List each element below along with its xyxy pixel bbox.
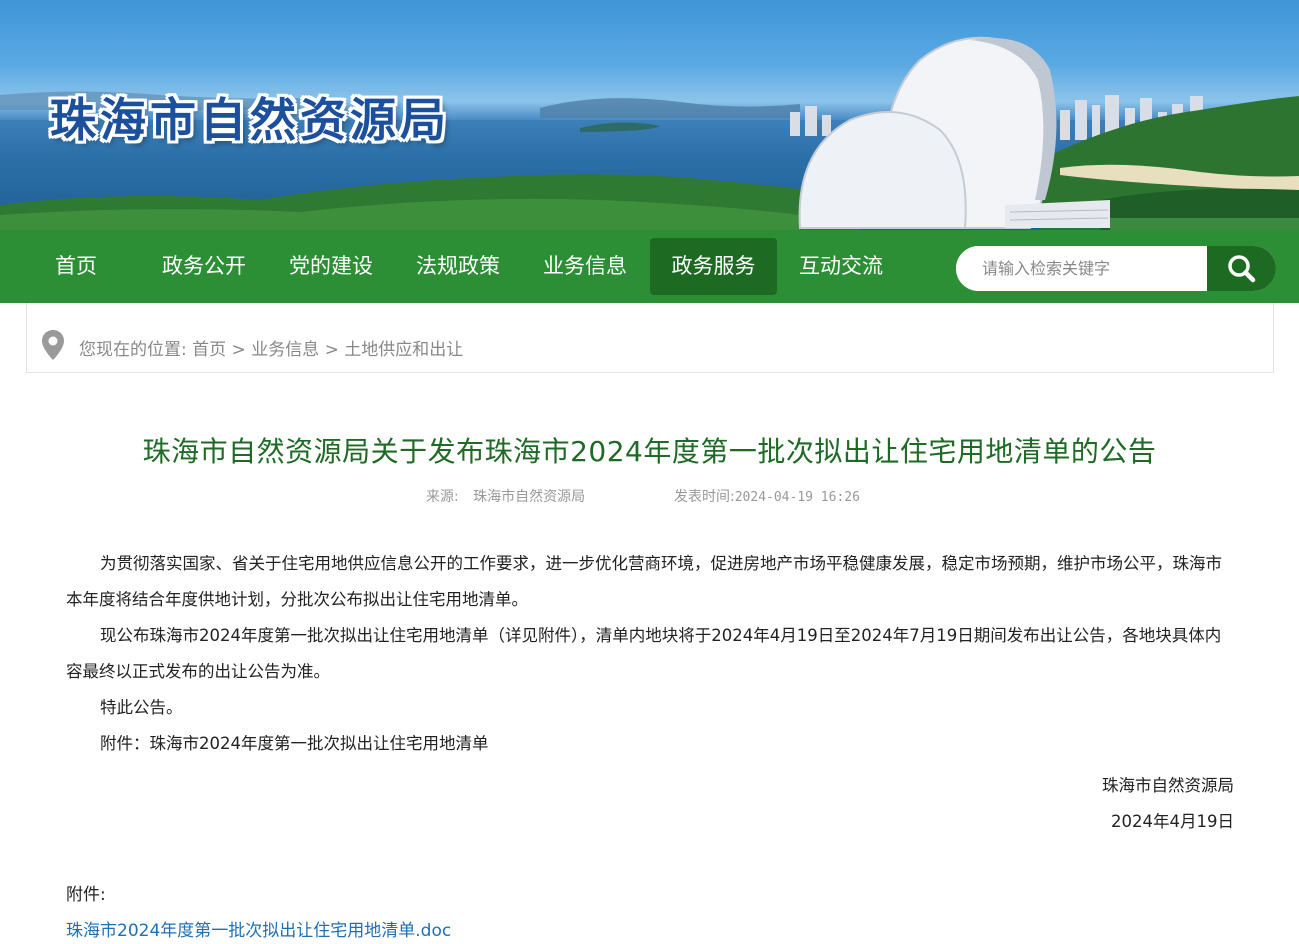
nav-item-interaction[interactable]: 互动交流 [787, 238, 895, 295]
breadcrumb-link-land-supply[interactable]: 土地供应和出让 [344, 340, 463, 360]
search-icon [1228, 255, 1256, 283]
article-source: 来源: 珠海市自然资源局 [426, 486, 585, 506]
nav-item-government-affairs[interactable]: 政务公开 [150, 238, 258, 295]
breadcrumb-trail: 您现在的位置: 首页 > 业务信息 > 土地供应和出让 [79, 335, 463, 360]
time-label: 发表时间: [674, 489, 735, 505]
nav-item-government-services[interactable]: 政务服务 [650, 238, 777, 295]
search-input[interactable] [956, 246, 1206, 291]
article-title: 珠海市自然资源局关于发布珠海市2024年度第一批次拟出让住宅用地清单的公告 [142, 435, 1157, 468]
article-paragraph: 特此公告。 [100, 698, 183, 717]
article-time: 发表时间:2024-04-19 16:26 [674, 486, 860, 506]
breadcrumb-separator: > [231, 340, 246, 360]
article-signature: 珠海市自然资源局 [1102, 776, 1234, 795]
search-box [956, 246, 1276, 291]
header-banner: 珠海市自然资源局 [0, 0, 1299, 230]
nav-item-home[interactable]: 首页 [36, 238, 116, 295]
article-date: 2024年4月19日 [1111, 812, 1234, 831]
attachment-label: 附件: [66, 885, 106, 905]
breadcrumb: 您现在的位置: 首页 > 业务信息 > 土地供应和出让 [26, 303, 1274, 373]
breadcrumb-separator: > [324, 340, 339, 360]
location-pin-icon [42, 330, 64, 360]
breadcrumb-prefix: 您现在的位置: [79, 340, 187, 360]
search-button[interactable] [1207, 246, 1276, 291]
article-paragraph: 为贯彻落实国家、省关于住宅用地供应信息公开的工作要求，进一步优化营商环境，促进房… [66, 554, 1222, 609]
breadcrumb-link-business-info[interactable]: 业务信息 [251, 340, 319, 360]
nav-item-party-building[interactable]: 党的建设 [277, 238, 385, 295]
source-label: 来源: [426, 489, 459, 505]
breadcrumb-link-home[interactable]: 首页 [192, 340, 226, 360]
article-paragraph: 现公布珠海市2024年度第一批次拟出让住宅用地清单（详见附件），清单内地块将于2… [66, 626, 1222, 681]
nav-item-business-info[interactable]: 业务信息 [531, 238, 639, 295]
time-value: 2024-04-19 16:26 [734, 490, 860, 505]
site-title[interactable]: 珠海市自然资源局 [50, 84, 450, 150]
source-value: 珠海市自然资源局 [473, 489, 586, 505]
article-attachment-note: 附件：珠海市2024年度第一批次拟出让住宅用地清单 [100, 734, 489, 753]
attachment-download-link[interactable]: 珠海市2024年度第一批次拟出让住宅用地清单.doc [66, 916, 451, 941]
nav-item-regulations[interactable]: 法规政策 [404, 238, 512, 295]
